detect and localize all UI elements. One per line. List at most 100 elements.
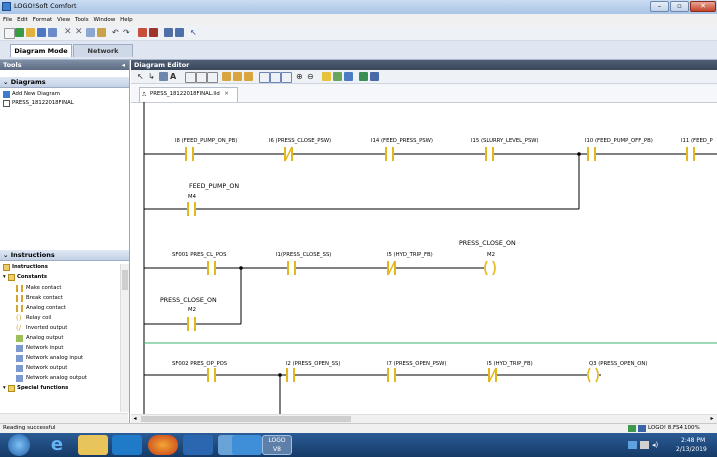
menu-edit[interactable]: Edit xyxy=(17,14,28,26)
tree-item-analog-output[interactable]: Analog output xyxy=(26,335,63,341)
print-icon[interactable] xyxy=(48,28,57,37)
align-icon[interactable] xyxy=(196,72,207,83)
contact-sf001[interactable] xyxy=(207,260,216,276)
contact-i6[interactable] xyxy=(284,146,293,162)
coil-icon[interactable] xyxy=(244,72,253,81)
close-tab-icon[interactable]: ✕ xyxy=(224,91,228,97)
tree-vertical-scrollbar[interactable] xyxy=(120,264,129,412)
tree-item-network-analog-input[interactable]: Network analog input xyxy=(26,355,83,361)
contact-i10[interactable] xyxy=(587,146,596,162)
transfer-pc-plc-icon[interactable] xyxy=(164,28,173,37)
menu-format[interactable]: Format xyxy=(33,14,52,26)
remote-desktop-icon[interactable] xyxy=(232,435,262,455)
simulation-icon[interactable] xyxy=(138,28,147,37)
space-icon[interactable] xyxy=(207,72,218,83)
tree-item-relay-coil[interactable]: Relay coil xyxy=(26,315,51,321)
contact-i7[interactable] xyxy=(387,367,396,383)
scrollbar-thumb[interactable] xyxy=(141,416,351,422)
print-preview-icon[interactable] xyxy=(344,72,353,81)
tab-diagram-file[interactable]: ⎍ PRESS_18122018FINAL.lld ✕ xyxy=(139,87,238,102)
contact-i14[interactable] xyxy=(385,146,394,162)
redo-icon[interactable]: ↷ xyxy=(123,28,132,37)
connect-icon[interactable]: ↳ xyxy=(148,72,157,81)
coil-m2[interactable] xyxy=(484,260,496,276)
menu-help[interactable]: Help xyxy=(120,14,133,26)
block2-icon[interactable] xyxy=(270,72,281,83)
block-icon[interactable] xyxy=(259,72,270,83)
expand-icon[interactable]: ▾ xyxy=(3,274,6,280)
diagrams-header[interactable]: ⌄ Diagrams xyxy=(0,77,129,88)
contact-i2[interactable] xyxy=(286,367,295,383)
menu-view[interactable]: View xyxy=(57,14,70,26)
flag-icon[interactable] xyxy=(640,441,649,449)
highlight-icon[interactable] xyxy=(322,72,331,81)
contact-i8[interactable] xyxy=(185,146,194,162)
contact-i15[interactable] xyxy=(485,146,494,162)
zoom-in-icon[interactable]: ⊕ xyxy=(296,72,305,81)
media-player-icon[interactable] xyxy=(112,435,142,455)
tree-item-break-contact[interactable]: Break contact xyxy=(26,295,63,301)
tree-horizontal-scrollbar[interactable] xyxy=(0,413,128,423)
file-explorer-icon[interactable] xyxy=(78,435,108,455)
undo-icon[interactable]: ↶ xyxy=(112,28,121,37)
cut-connection-icon[interactable] xyxy=(185,72,196,83)
instructions-header[interactable]: ⌄ Instructions xyxy=(0,250,129,261)
menu-tools[interactable]: Tools xyxy=(75,14,89,26)
menu-window[interactable]: Window xyxy=(94,14,116,26)
logo-soft-comfort-taskbar-icon[interactable]: LOGO V8 xyxy=(262,435,292,455)
latch-contact-m4[interactable] xyxy=(187,201,196,217)
new-icon[interactable] xyxy=(4,28,15,39)
maximize-button[interactable]: ▫ xyxy=(670,1,689,12)
paste-icon[interactable] xyxy=(97,28,106,37)
contact-i5[interactable] xyxy=(387,260,396,276)
text-icon[interactable]: A xyxy=(170,72,179,81)
scrollbar-thumb[interactable] xyxy=(122,270,128,290)
block3-icon[interactable] xyxy=(281,72,292,83)
tree-instructions[interactable]: Instructions xyxy=(12,264,48,270)
internet-explorer-icon[interactable]: e xyxy=(42,435,72,455)
tree-item-network-output[interactable]: Network output xyxy=(26,365,67,371)
grid-icon[interactable] xyxy=(333,72,342,81)
tree-special-functions[interactable]: Special functions xyxy=(17,385,68,391)
tree-item-network-input[interactable]: Network input xyxy=(26,345,63,351)
contact-i1[interactable] xyxy=(287,260,296,276)
tree-item-network-analog-output[interactable]: Network analog output xyxy=(26,375,87,381)
scroll-left-icon[interactable]: ◂ xyxy=(131,415,139,423)
tab-network-project[interactable]: Network Project xyxy=(73,44,133,68)
firefox-icon[interactable] xyxy=(148,435,178,455)
contact-i5-open[interactable] xyxy=(488,367,497,383)
word-icon[interactable] xyxy=(183,435,213,455)
copy-icon[interactable] xyxy=(86,28,95,37)
online-test-icon[interactable] xyxy=(149,28,158,37)
tab-diagram-mode[interactable]: Diagram Mode xyxy=(10,44,72,57)
break-contact-tool-icon[interactable] xyxy=(233,72,242,81)
save-icon[interactable] xyxy=(37,28,46,37)
contact-sf002[interactable] xyxy=(207,367,216,383)
cut-alt-icon[interactable]: ✕ xyxy=(75,28,84,37)
diagram-file-item[interactable]: PRESS_18122018FINAL xyxy=(12,100,74,106)
zoom-out-icon[interactable]: ⊖ xyxy=(307,72,316,81)
collapse-arrow-icon[interactable]: ◂ xyxy=(122,60,125,70)
coil-q3[interactable] xyxy=(587,367,599,383)
select-icon[interactable]: ↖ xyxy=(137,72,146,81)
contact-i11[interactable] xyxy=(686,146,695,162)
tree-constants[interactable]: Constants xyxy=(17,274,47,280)
cut-icon[interactable]: ✕ xyxy=(64,28,73,37)
open-icon[interactable] xyxy=(26,28,35,37)
clock-date[interactable]: 2/13/2019 xyxy=(676,446,707,453)
volume-icon[interactable]: ◂) xyxy=(652,441,661,449)
contact-icon[interactable] xyxy=(222,72,231,81)
menu-file[interactable]: File xyxy=(3,14,12,26)
tree-item-analog-contact[interactable]: Analog contact xyxy=(26,305,66,311)
transfer-plc-pc-icon[interactable] xyxy=(175,28,184,37)
tree-item-inverted-output[interactable]: Inverted output xyxy=(26,325,67,331)
connector-icon[interactable] xyxy=(159,72,168,81)
latch-contact-m2[interactable] xyxy=(187,316,196,332)
close-button[interactable]: ✕ xyxy=(690,1,716,12)
clock-time[interactable]: 2:48 PM xyxy=(681,437,705,444)
expand-icon[interactable]: ▾ xyxy=(3,385,6,391)
network-icon[interactable] xyxy=(628,441,637,449)
simulation-tool-icon[interactable] xyxy=(359,72,368,81)
tree-item-make-contact[interactable]: Make contact xyxy=(26,285,61,291)
start-button[interactable] xyxy=(8,434,30,456)
